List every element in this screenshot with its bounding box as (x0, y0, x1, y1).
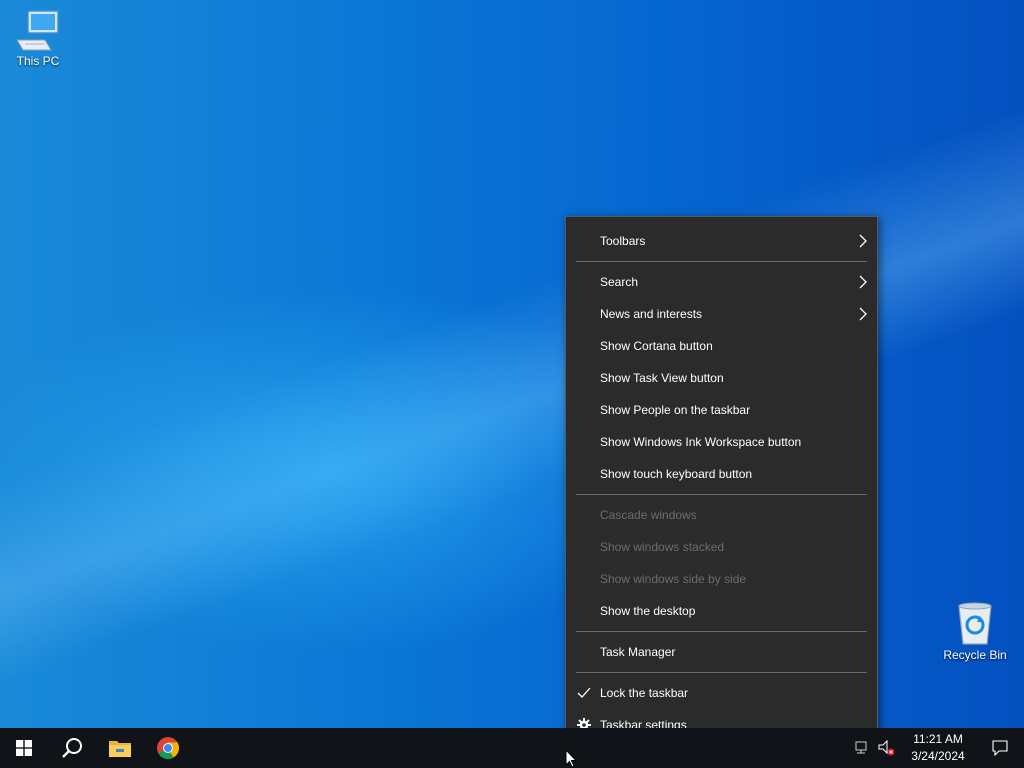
menu-item-cascade-windows: Cascade windows (566, 499, 877, 531)
menu-item-label: Show Cortana button (600, 339, 713, 353)
chrome-button[interactable] (144, 728, 192, 768)
network-icon (855, 741, 867, 754)
menu-item-news-and-interests[interactable]: News and interests (566, 298, 877, 330)
checkmark-icon (577, 687, 591, 698)
menu-separator (576, 494, 867, 495)
menu-item-show-ink-workspace[interactable]: Show Windows Ink Workspace button (566, 426, 877, 458)
menu-item-label: Show Windows Ink Workspace button (600, 435, 802, 449)
desktop-icon-label: Recycle Bin (943, 648, 1007, 662)
menu-item-label: Lock the taskbar (600, 686, 689, 700)
clock[interactable]: 11:21 AM 3/24/2024 (900, 728, 976, 768)
menu-separator (576, 631, 867, 632)
menu-item-label: Show windows side by side (600, 572, 747, 586)
chevron-right-icon (859, 234, 867, 248)
menu-item-label: Show windows stacked (600, 540, 725, 554)
desktop-icon-recycle-bin[interactable]: Recycle Bin (937, 600, 1013, 662)
file-explorer-button[interactable] (96, 728, 144, 768)
menu-item-task-manager[interactable]: Task Manager (566, 636, 877, 668)
windows-start-icon (16, 740, 32, 756)
recycle-bin-icon (958, 602, 992, 645)
search-icon (62, 738, 82, 758)
menu-item-show-people[interactable]: Show People on the taskbar (566, 394, 877, 426)
menu-item-label: Cascade windows (600, 508, 697, 522)
volume-button[interactable] (874, 728, 900, 768)
taskbar[interactable]: 11:21 AM 3/24/2024 (0, 728, 1024, 768)
clock-date: 3/24/2024 (911, 749, 965, 763)
menu-item-show-cortana[interactable]: Show Cortana button (566, 330, 877, 362)
chevron-right-icon (859, 275, 867, 289)
chrome-icon (157, 737, 179, 759)
menu-separator (576, 672, 867, 673)
menu-item-label: Toolbars (600, 234, 646, 248)
menu-item-label: Show touch keyboard button (600, 467, 753, 481)
menu-item-toolbars[interactable]: Toolbars (566, 225, 877, 257)
file-explorer-icon (109, 741, 131, 757)
network-button[interactable] (848, 728, 874, 768)
menu-separator (576, 261, 867, 262)
notification-icon (992, 740, 1008, 756)
menu-item-search[interactable]: Search (566, 266, 877, 298)
volume-muted-icon (878, 740, 895, 756)
computer-icon (16, 10, 59, 51)
desktop-icon-label: This PC (16, 54, 60, 68)
menu-item-windows-side-by-side: Show windows side by side (566, 563, 877, 595)
mouse-cursor-icon (565, 749, 577, 768)
desktop-icon-this-pc[interactable]: This PC (0, 8, 76, 68)
menu-item-label: Show People on the taskbar (600, 403, 751, 417)
system-tray: 11:21 AM 3/24/2024 (848, 728, 1024, 768)
menu-item-show-touch-keyboard[interactable]: Show touch keyboard button (566, 458, 877, 490)
menu-item-label: News and interests (600, 307, 703, 321)
menu-item-show-desktop[interactable]: Show the desktop (566, 595, 877, 627)
start-button[interactable] (0, 728, 48, 768)
menu-item-windows-stacked: Show windows stacked (566, 531, 877, 563)
menu-item-label: Show the desktop (600, 604, 696, 618)
menu-item-label: Task Manager (600, 645, 676, 659)
search-button[interactable] (48, 728, 96, 768)
menu-item-label: Show Task View button (600, 371, 724, 385)
menu-item-lock-taskbar[interactable]: Lock the taskbar (566, 677, 877, 709)
taskbar-context-menu: Toolbars Search News and interests Show … (565, 216, 878, 749)
clock-time: 11:21 AM (913, 732, 963, 746)
menu-item-show-task-view[interactable]: Show Task View button (566, 362, 877, 394)
chevron-right-icon (859, 307, 867, 321)
menu-item-label: Search (600, 275, 639, 289)
action-center-button[interactable] (976, 728, 1024, 768)
